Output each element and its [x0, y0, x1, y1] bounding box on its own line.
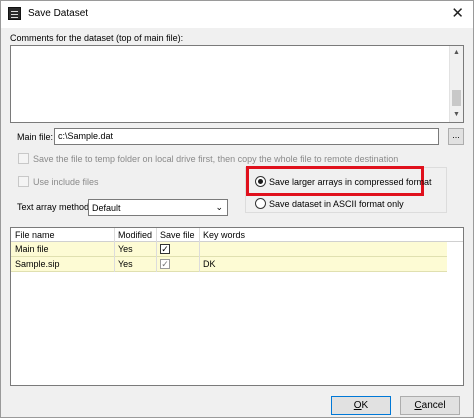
main-file-value: c:\Sample.dat [58, 131, 114, 141]
text-array-method-value: Default [92, 203, 121, 213]
cell-file-name: Sample.sip [15, 259, 60, 269]
close-icon[interactable]: ✕ [451, 4, 464, 22]
include-files-checkbox[interactable] [18, 176, 29, 187]
cell-key-words: DK [203, 259, 216, 269]
table-row[interactable]: Main file Yes ✓ [11, 242, 447, 257]
checkmark-icon: ✓ [161, 259, 169, 269]
cell-modified: Yes [118, 244, 133, 254]
title-bar: Save Dataset ✕ [1, 1, 473, 28]
column-save-file[interactable]: Save file [160, 230, 195, 240]
temp-folder-checkbox[interactable] [18, 153, 29, 164]
scroll-thumb[interactable] [452, 90, 461, 106]
compressed-format-label: Save larger arrays in compressed format [269, 177, 432, 187]
chevron-down-icon: ⌄ [215, 202, 223, 212]
ok-label-rest: K [361, 400, 369, 411]
scroll-down-icon[interactable]: ▼ [450, 108, 463, 122]
ok-button[interactable]: OK [331, 396, 391, 415]
compressed-format-radio[interactable] [255, 176, 266, 187]
table-header: File name Modified Save file Key words [11, 228, 463, 242]
comments-label: Comments for the dataset (top of main fi… [10, 33, 184, 43]
column-modified[interactable]: Modified [118, 230, 152, 240]
comments-scrollbar[interactable]: ▲ ▼ [449, 46, 463, 122]
cancel-label-rest: ancel [421, 400, 446, 411]
window-title: Save Dataset [28, 8, 89, 19]
cancel-button[interactable]: Cancel [400, 396, 460, 415]
save-dataset-dialog: Save Dataset ✕ Comments for the dataset … [0, 0, 474, 418]
dataset-app-icon [8, 7, 21, 20]
column-divider [114, 228, 115, 272]
column-divider [156, 228, 157, 272]
temp-folder-label: Save the file to temp folder on local dr… [33, 154, 399, 164]
include-files-label: Use include files [33, 177, 99, 187]
comments-textarea[interactable]: ▲ ▼ [10, 45, 464, 123]
cell-modified: Yes [118, 259, 133, 269]
cell-file-name: Main file [15, 244, 49, 254]
save-file-checkbox[interactable]: ✓ [160, 244, 170, 254]
text-array-method-label: Text array method: [17, 202, 92, 212]
browse-button[interactable]: ... [448, 128, 464, 145]
checkmark-icon: ✓ [161, 244, 169, 254]
cancel-mnemonic: C [414, 400, 422, 411]
scroll-up-icon[interactable]: ▲ [450, 46, 463, 60]
ok-mnemonic: O [353, 400, 362, 411]
main-file-label: Main file: [17, 132, 54, 142]
column-key-words[interactable]: Key words [203, 230, 245, 240]
column-file-name[interactable]: File name [15, 230, 55, 240]
text-array-method-select[interactable]: Default ⌄ [88, 199, 228, 216]
radio-selected-dot [258, 179, 263, 184]
table-row[interactable]: Sample.sip Yes ✓ DK [11, 257, 447, 272]
ascii-format-label: Save dataset in ASCII format only [269, 199, 404, 209]
save-file-checkbox[interactable]: ✓ [160, 259, 170, 269]
column-divider [199, 228, 200, 272]
ascii-format-radio[interactable] [255, 198, 266, 209]
file-table: File name Modified Save file Key words M… [10, 227, 464, 386]
main-file-input[interactable]: c:\Sample.dat [54, 128, 439, 145]
